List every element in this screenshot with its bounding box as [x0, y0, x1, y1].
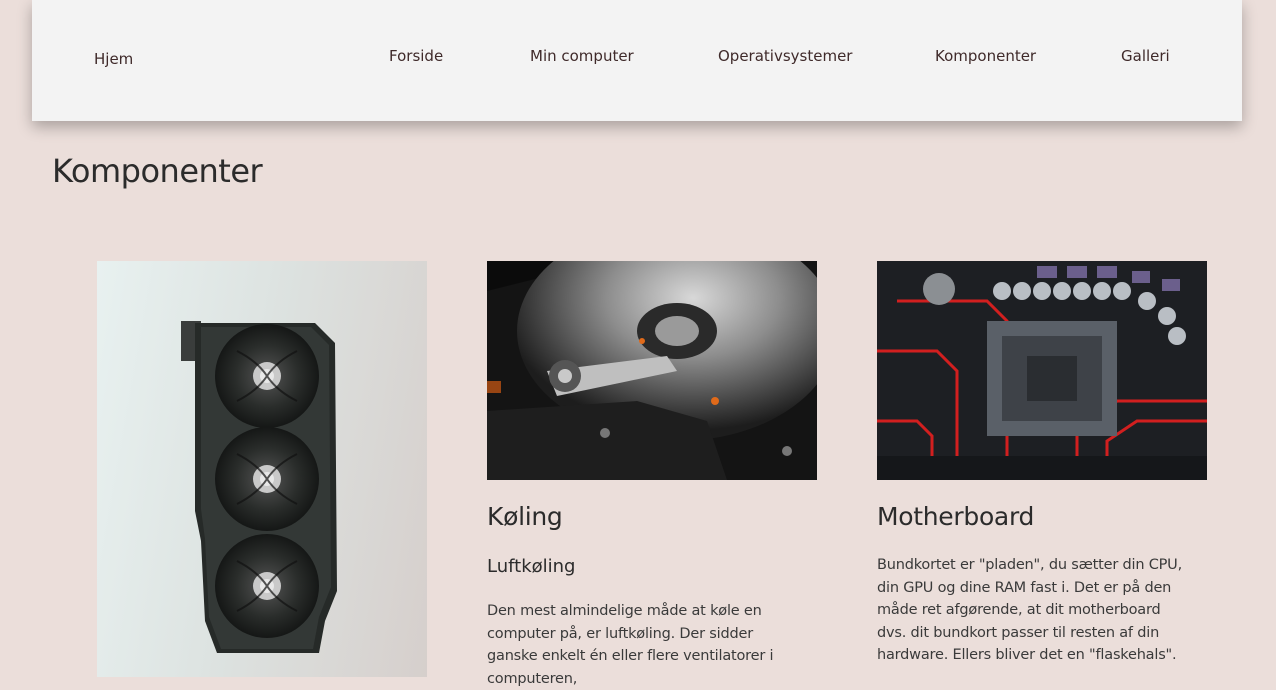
cooling-title: Køling: [487, 502, 563, 531]
motherboard-title: Motherboard: [877, 502, 1035, 531]
hard-drive-image: [487, 261, 817, 480]
nav-forside[interactable]: Forside: [389, 47, 443, 65]
nav-operativsystemer[interactable]: Operativsystemer: [718, 47, 852, 65]
motherboard-text: Bundkortet er "pladen", du sætter din CP…: [877, 557, 1183, 663]
nav-min-computer[interactable]: Min computer: [530, 47, 634, 65]
nav-komponenter[interactable]: Komponenter: [935, 47, 1036, 65]
nav-galleri[interactable]: Galleri: [1121, 47, 1170, 65]
motherboard-image: [877, 261, 1207, 480]
site-header: Hjem Forside Min computer Operativsystem…: [32, 0, 1242, 121]
air-cooling-subtitle: Luftkøling: [487, 556, 576, 577]
page-title: Komponenter: [52, 152, 263, 190]
graphics-card-image: [97, 261, 427, 677]
home-link[interactable]: Hjem: [94, 50, 133, 68]
